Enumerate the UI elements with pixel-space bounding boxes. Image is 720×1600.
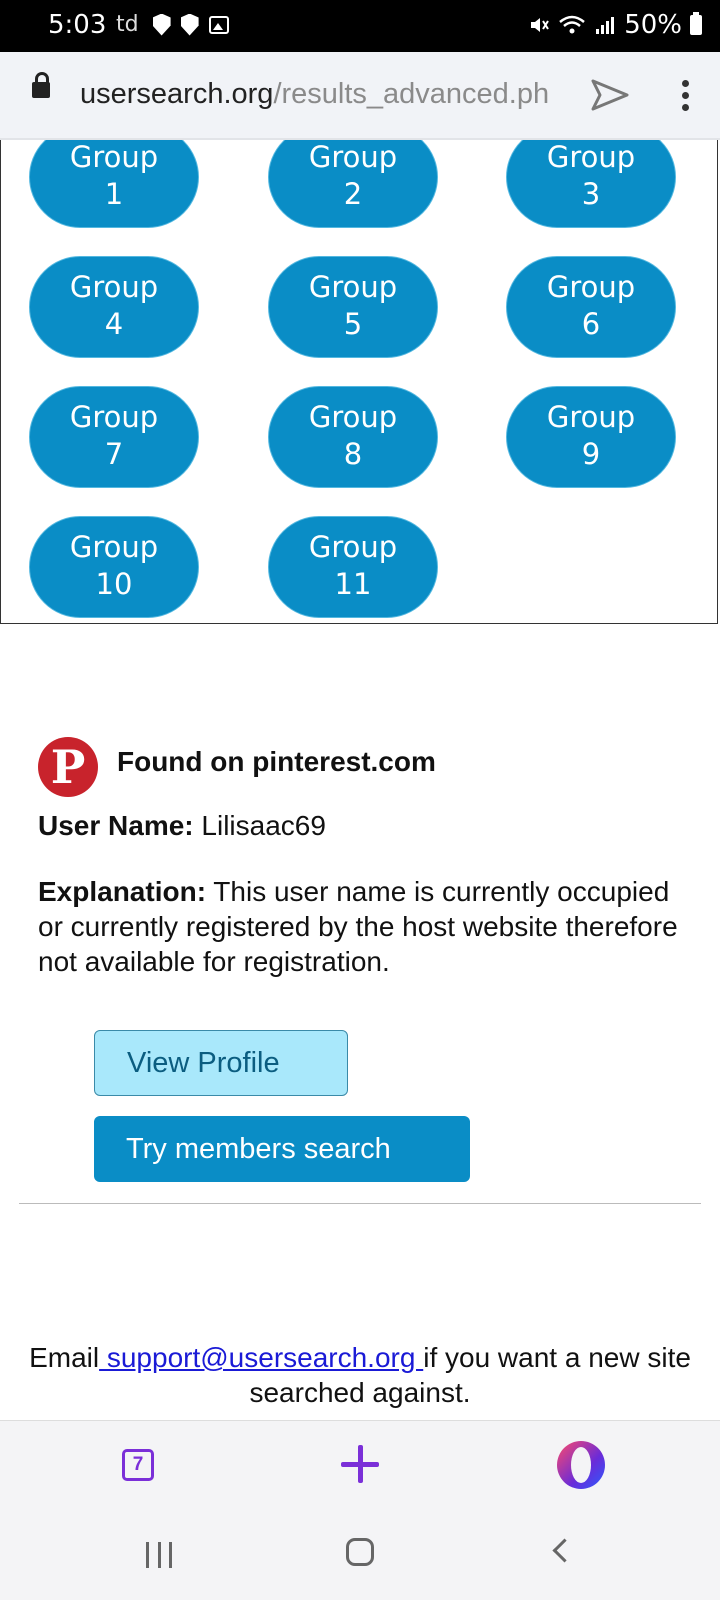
group-button-9[interactable]: Group 9: [506, 386, 676, 488]
username-label: User Name:: [38, 810, 194, 841]
status-bar: 5:03 td 50%: [0, 0, 720, 52]
opera-menu-icon[interactable]: [557, 1441, 605, 1489]
signal-icon: [596, 17, 615, 34]
image-icon: [208, 15, 229, 34]
group-button-11[interactable]: Group 11: [268, 516, 438, 618]
battery-icon: [690, 12, 702, 35]
lock-icon[interactable]: [32, 72, 50, 98]
explanation-label: Explanation:: [38, 876, 207, 907]
group-button-5[interactable]: Group 5: [268, 256, 438, 358]
address-bar[interactable]: usersearch.org/results_advanced.ph: [0, 52, 720, 140]
shield-icon: [180, 13, 199, 36]
send-icon[interactable]: [590, 78, 630, 112]
divider: [19, 1203, 701, 1204]
overflow-menu-icon[interactable]: [682, 80, 690, 114]
view-profile-button[interactable]: View Profile: [94, 1030, 348, 1096]
found-on-heading: Found on pinterest.com: [117, 746, 436, 777]
recents-icon[interactable]: [146, 1542, 172, 1568]
system-nav-bar: [0, 1516, 720, 1600]
notification-icons: td: [116, 12, 229, 37]
shield-icon: [152, 13, 171, 36]
username-row: User Name: Lilisaac69: [38, 810, 326, 842]
group-button-1[interactable]: Group 1: [29, 140, 199, 228]
group-button-4[interactable]: Group 4: [29, 256, 199, 358]
group-button-2[interactable]: Group 2: [268, 140, 438, 228]
home-icon[interactable]: [346, 1538, 374, 1566]
footer-prefix: Email: [29, 1342, 100, 1373]
url-host: usersearch.org: [80, 78, 274, 110]
group-button-8[interactable]: Group 8: [268, 386, 438, 488]
wifi-icon: [559, 15, 586, 34]
explanation-text: Explanation: This user name is currently…: [38, 874, 688, 979]
username-value: Lilisaac69: [201, 810, 326, 841]
group-button-3[interactable]: Group 3: [506, 140, 676, 228]
new-tab-plus-icon[interactable]: [341, 1445, 379, 1483]
group-button-6[interactable]: Group 6: [506, 256, 676, 358]
tabs-icon[interactable]: 7: [122, 1449, 154, 1481]
footer-note: Email support@usersearch.org if you want…: [0, 1340, 720, 1410]
pinterest-logo-icon: P: [38, 737, 98, 797]
back-icon[interactable]: [552, 1538, 577, 1563]
url-field[interactable]: usersearch.org/results_advanced.ph: [80, 78, 560, 111]
groups-panel: Group 1 Group 2 Group 3 Group 4 Group 5 Group…: [0, 140, 718, 624]
system-icons: 50%: [528, 10, 702, 40]
browser-bottom-bar: 7: [0, 1420, 720, 1517]
mute-icon: [531, 18, 550, 32]
group-button-10[interactable]: Group 10: [29, 516, 199, 618]
battery-percent: 50%: [624, 10, 682, 40]
url-path: /results_advanced.ph: [273, 78, 550, 110]
support-email-link[interactable]: support@usersearch.org: [99, 1342, 423, 1373]
group-button-7[interactable]: Group 7: [29, 386, 199, 488]
members-search-button[interactable]: Try members search: [94, 1116, 470, 1182]
carrier-label: td: [116, 12, 139, 37]
clock: 5:03: [48, 10, 107, 40]
